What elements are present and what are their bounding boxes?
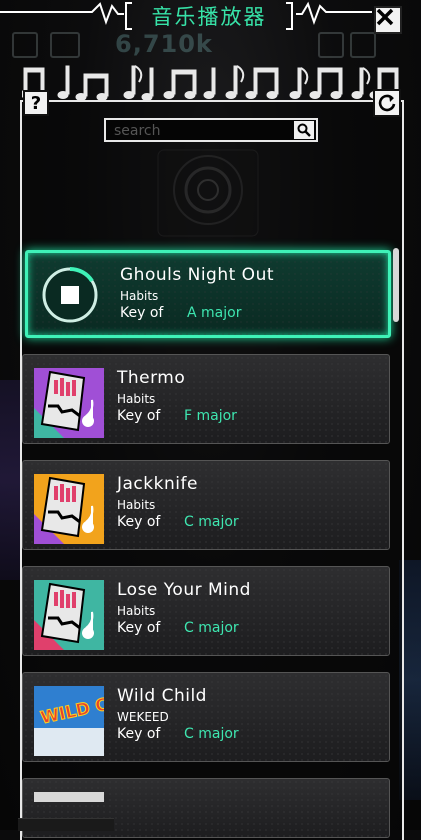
song-title: Lose Your Mind <box>117 580 251 600</box>
key-label: Key of <box>120 305 164 321</box>
song-title: Jackknife <box>117 474 198 494</box>
page-title: 音乐播放器 <box>151 5 267 29</box>
album-cover-icon <box>34 368 104 438</box>
song-card[interactable]: WILD CHILD Wild Child WEKEED Key of C ma… <box>22 672 390 762</box>
refresh-button[interactable] <box>373 89 401 117</box>
song-key: C major <box>184 726 239 742</box>
header: 音乐播放器 <box>0 0 421 34</box>
search-button[interactable] <box>294 121 314 139</box>
song-card[interactable]: Thermo Habits Key of F major <box>22 354 390 444</box>
album-cover-icon: WILD CHILD <box>34 686 104 756</box>
hud-icon <box>12 32 38 58</box>
album-cover-icon <box>34 580 104 650</box>
song-card[interactable]: Jackknife Habits Key of C major <box>22 460 390 550</box>
key-label: Key of <box>117 408 161 424</box>
song-key: A major <box>187 305 242 321</box>
search-bar <box>104 118 318 142</box>
close-button[interactable] <box>374 6 402 34</box>
hud-icon <box>350 32 376 58</box>
song-artist: Habits <box>117 392 156 406</box>
vinyl-record-icon <box>157 149 259 237</box>
song-key: F major <box>184 408 237 424</box>
footer-tab <box>18 818 114 831</box>
song-artist: Habits <box>117 498 156 512</box>
search-input[interactable] <box>112 121 296 141</box>
background-glow-left <box>0 380 22 580</box>
hud-icon <box>50 32 80 58</box>
song-artist: Habits <box>117 604 156 618</box>
song-title: Thermo <box>117 368 186 388</box>
album-cover-icon <box>34 792 104 802</box>
song-key: C major <box>184 514 239 530</box>
song-title: Ghouls Night Out <box>120 265 275 285</box>
stop-button[interactable] <box>41 266 99 324</box>
close-icon <box>376 8 394 26</box>
song-key: C major <box>184 620 239 636</box>
scrollbar-thumb[interactable] <box>393 248 399 322</box>
song-card[interactable]: Lose Your Mind Habits Key of C major <box>22 566 390 656</box>
hud-icon <box>318 32 344 58</box>
music-notes-strip <box>22 65 399 101</box>
song-artist: WEKEED <box>117 710 169 724</box>
key-label: Key of <box>117 620 161 636</box>
hud-score: 6,710k <box>115 30 213 58</box>
key-label: Key of <box>117 514 161 530</box>
search-icon <box>297 123 311 137</box>
key-label: Key of <box>117 726 161 742</box>
help-button[interactable]: ? <box>23 90 49 116</box>
refresh-icon <box>378 94 396 112</box>
album-cover-icon <box>34 474 104 544</box>
song-title: Wild Child <box>117 686 207 706</box>
stop-icon <box>61 286 79 304</box>
song-card-active[interactable]: Ghouls Night Out Habits Key of A major <box>25 250 391 338</box>
song-artist: Habits <box>120 289 159 303</box>
help-label: ? <box>30 92 42 114</box>
